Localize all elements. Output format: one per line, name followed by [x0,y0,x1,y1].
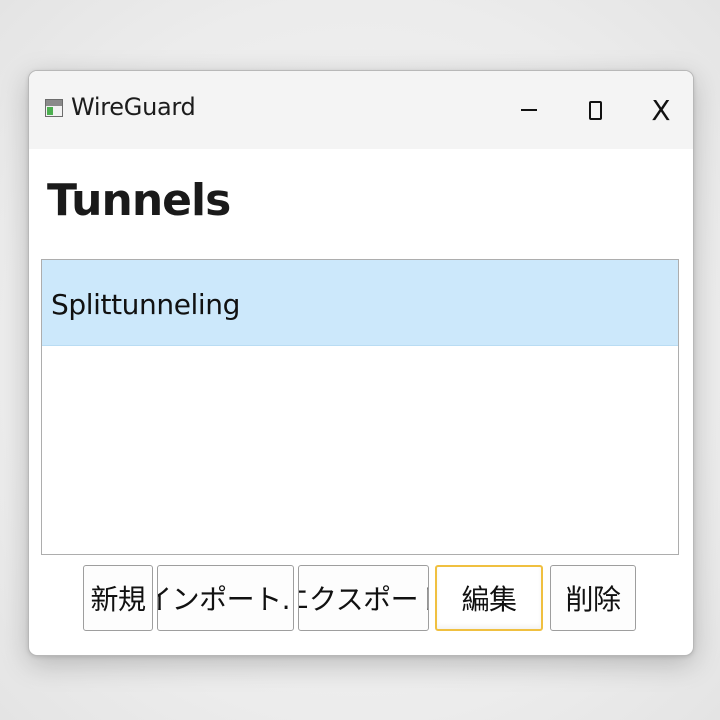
maximize-button[interactable] [563,81,627,139]
close-button[interactable]: X [629,81,693,139]
window-title: WireGuard [71,93,196,121]
page-title: Tunnels [47,175,231,226]
new-tunnel-button[interactable]: 新規 [83,565,153,631]
tunnel-list[interactable]: Splittunneling [41,259,679,555]
title-bar[interactable]: WireGuard X [29,71,693,149]
minimize-icon [521,109,537,111]
list-item-tunnel[interactable]: Splittunneling [42,260,678,346]
minimize-button[interactable] [497,81,561,139]
tunnel-name: Splittunneling [51,288,241,321]
import-button[interactable]: インポート... [157,565,294,631]
close-icon: X [651,93,671,127]
export-button[interactable]: エクスポート [298,565,429,631]
edit-button[interactable]: 編集 [435,565,543,631]
wireguard-window: WireGuard X Tunnels Splittunneling 新規 イン… [28,70,694,656]
wireguard-app-icon [45,99,63,117]
maximize-icon [588,100,602,120]
delete-button[interactable]: 削除 [550,565,636,631]
